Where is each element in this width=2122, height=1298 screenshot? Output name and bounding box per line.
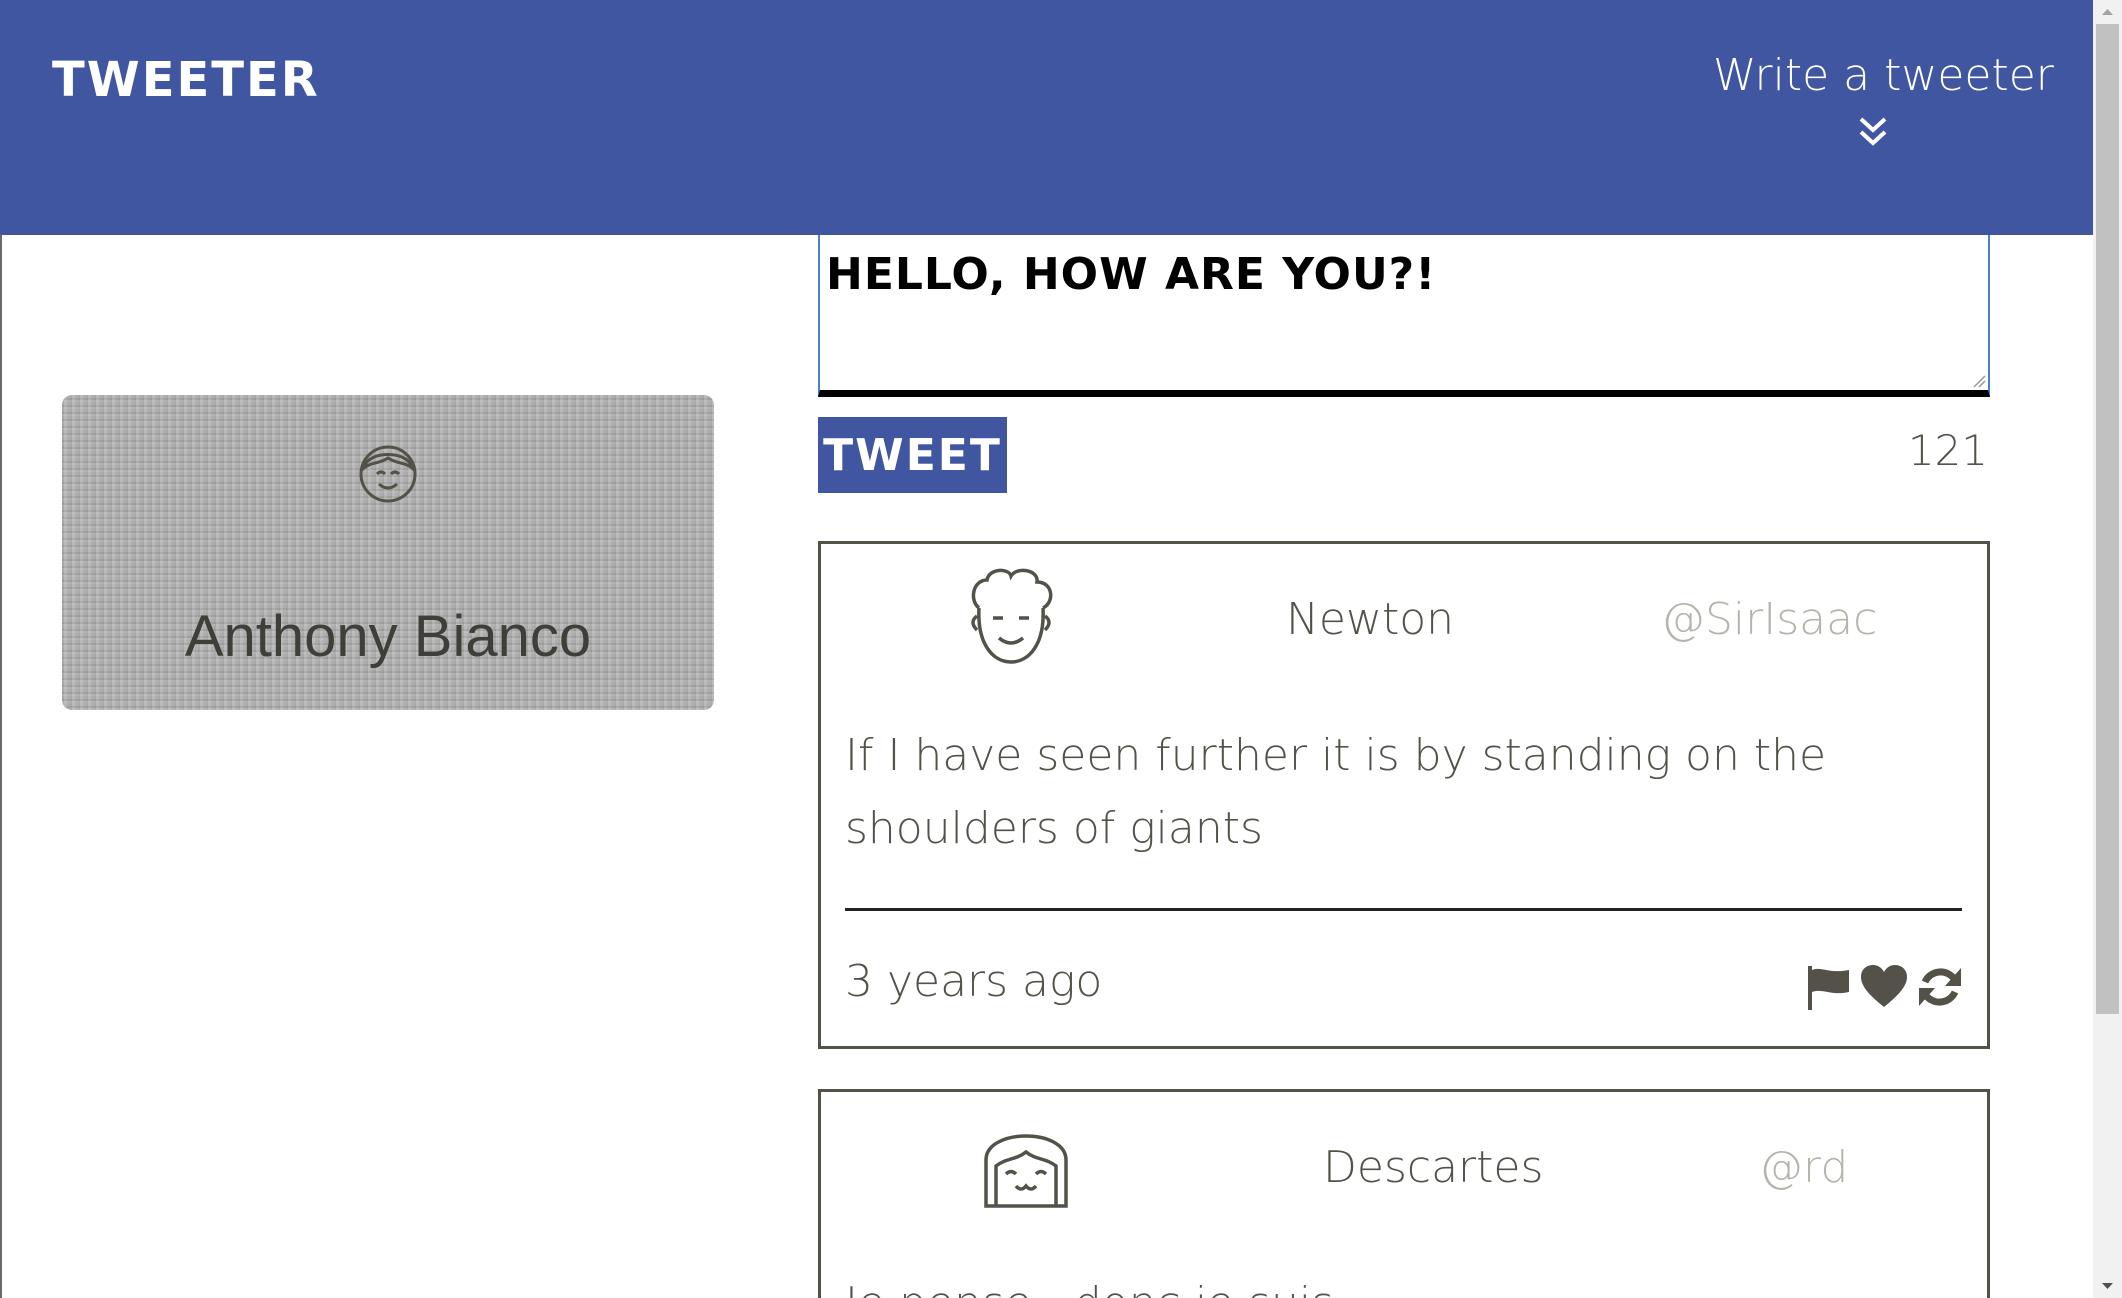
scroll-down-arrow-icon[interactable] [2093,1274,2122,1298]
flag-icon[interactable] [1803,962,1853,1012]
tweet-content: If I have seen further it is by standing… [845,730,1827,854]
char-counter: 121 [1907,426,1988,475]
write-tweet-label[interactable]: Write a tweeter [1713,50,2054,101]
tweet-timestamp: 3 years ago [845,956,1103,1007]
scroll-up-arrow-icon[interactable] [2093,0,2122,24]
profile-card: Anthony Bianco [62,395,714,710]
double-chevron-down-icon[interactable] [1857,115,1889,149]
tweet-author-handle[interactable]: @SirIsaac [1661,594,1877,645]
tweet-author-handle[interactable]: @rd [1759,1142,1848,1193]
tweet-card: Descartes @rd Je pense , donc je suis [818,1089,1990,1298]
profile-name: Anthony Bianco [184,604,592,669]
vertical-scrollbar[interactable] [2093,0,2122,1298]
bob-hair-avatar-icon [984,1134,1068,1208]
tweet-submit-button[interactable]: Tweet [818,417,1007,493]
top-nav: Tweeter Write a tweeter [0,0,2093,235]
scrollbar-thumb[interactable] [2096,24,2119,1014]
tweet-card: Newton @SirIsaac If I have seen further … [818,541,1990,1049]
brand-logo[interactable]: Tweeter [52,52,320,108]
tweet-actions [1803,962,1965,1012]
heart-icon[interactable] [1859,962,1909,1012]
tweet-author-name: Newton [1286,594,1455,645]
resize-handle-icon[interactable] [1972,374,1986,388]
curly-hair-avatar-icon [971,568,1053,664]
smiling-face-avatar-icon [359,445,417,503]
tweet-textarea[interactable]: Hello, how are you?! [818,235,1990,397]
tweet-author-name: Descartes [1323,1142,1544,1193]
tweet-textarea-value[interactable]: Hello, how are you?! [826,249,1436,300]
retweet-icon[interactable] [1915,962,1965,1012]
tweet-content: Je pense , donc je suis [845,1267,1965,1298]
tweet-divider [845,908,1962,911]
write-tweet-toggle[interactable]: Write a tweeter [1713,50,2054,149]
